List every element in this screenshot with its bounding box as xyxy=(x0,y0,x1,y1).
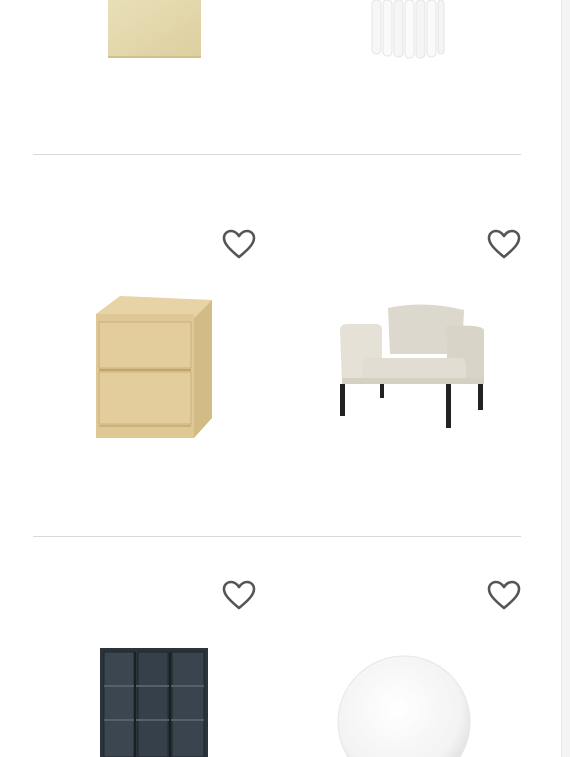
scrollbar[interactable] xyxy=(561,0,570,757)
heart-icon[interactable] xyxy=(487,229,521,261)
product-grid-page xyxy=(0,0,570,757)
product-image-textile[interactable] xyxy=(108,0,202,60)
product-image-armchair[interactable] xyxy=(336,300,488,432)
product-image-nightstand[interactable] xyxy=(90,292,216,440)
heart-icon[interactable] xyxy=(222,580,256,612)
heart-icon[interactable] xyxy=(222,229,256,261)
product-image-globe-lamp[interactable] xyxy=(336,654,472,757)
product-image-curtain[interactable] xyxy=(368,0,448,62)
row-divider xyxy=(33,154,521,155)
product-image-cabinet[interactable] xyxy=(98,646,210,757)
heart-icon[interactable] xyxy=(487,580,521,612)
row-divider xyxy=(33,536,521,537)
